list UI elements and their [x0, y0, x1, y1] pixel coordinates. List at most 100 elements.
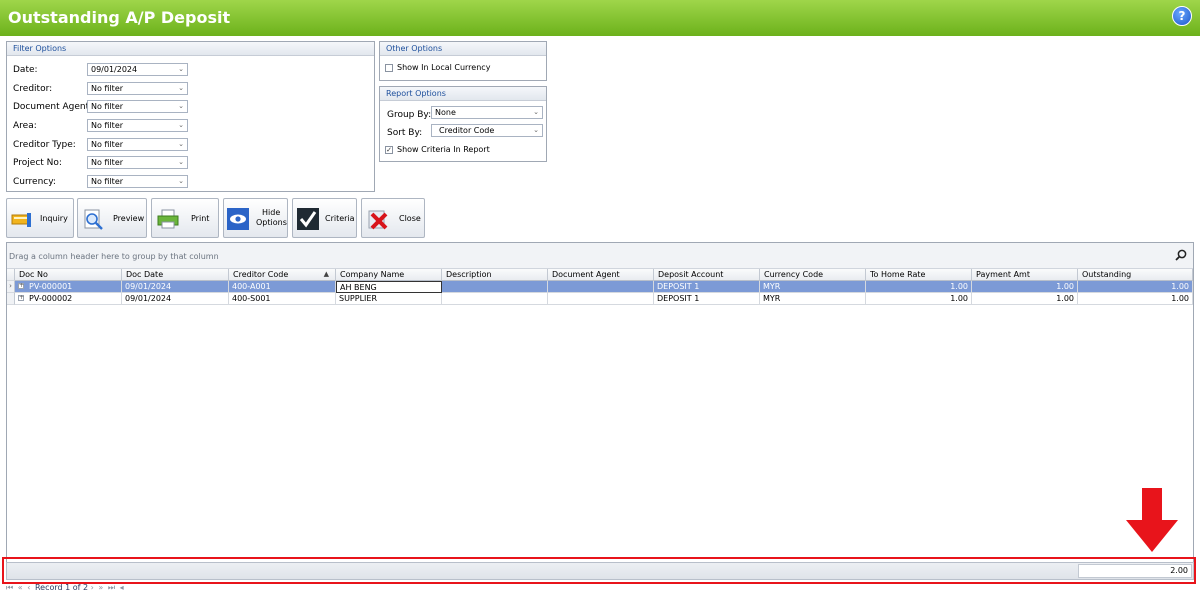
help-icon[interactable]: ?: [1172, 6, 1192, 26]
preview-button[interactable]: Preview: [77, 198, 147, 238]
show-criteria-checkbox[interactable]: ✓: [385, 146, 393, 154]
first-record-icon[interactable]: ⏮: [6, 583, 13, 592]
table-row-cell[interactable]: MYR: [760, 281, 866, 293]
table-row-cell[interactable]: 1.00: [1078, 281, 1193, 293]
project-no-label: Project No:: [13, 158, 62, 168]
filter-options-header: Filter Options: [7, 42, 374, 56]
hide-options-label-line2: Options: [256, 218, 287, 227]
criteria-label: Criteria: [325, 214, 355, 223]
table-row-cell[interactable]: DEPOSIT 1: [654, 293, 760, 305]
inquiry-button[interactable]: Inquiry: [6, 198, 74, 238]
creditor-label: Creditor:: [13, 84, 53, 94]
document-agent-filter[interactable]: No filter ⌄: [87, 100, 188, 113]
group-by-value: None: [435, 108, 456, 117]
table-row-cell[interactable]: + PV-000001: [15, 281, 122, 293]
table-row-cell[interactable]: SUPPLIER: [336, 293, 442, 305]
show-criteria-label: Show Criteria In Report: [397, 145, 490, 154]
sort-ascending-icon: ▲: [323, 270, 329, 278]
group-panel[interactable]: Drag a column header here to group by th…: [7, 243, 1193, 269]
hide-options-button[interactable]: Hide Options: [223, 198, 288, 238]
scroll-left-icon[interactable]: ◂: [120, 583, 124, 592]
col-header-payment-amt[interactable]: Payment Amt: [972, 269, 1078, 281]
table-row-cell[interactable]: 09/01/2024: [122, 281, 229, 293]
table-row-cell[interactable]: 1.00: [866, 281, 972, 293]
creditor-type-filter[interactable]: No filter ⌄: [87, 138, 188, 151]
chevron-down-icon: ⌄: [533, 126, 539, 134]
col-header-doc-no[interactable]: Doc No: [15, 269, 122, 281]
red-arrow-icon: [1126, 488, 1178, 552]
chevron-down-icon: ⌄: [178, 140, 184, 148]
highlight-box: [2, 557, 1196, 584]
doc-no-value: PV-000001: [29, 282, 73, 291]
expand-icon[interactable]: +: [18, 283, 24, 289]
chevron-down-icon: ⌄: [178, 177, 184, 185]
filter-row-creditor: Creditor: No filter ⌄: [7, 81, 374, 97]
prev-page-icon[interactable]: «: [18, 583, 23, 592]
next-page-icon[interactable]: »: [98, 583, 103, 592]
creditor-type-value: No filter: [91, 140, 124, 149]
creditor-code-header-label: Creditor Code: [233, 270, 289, 279]
col-header-doc-date[interactable]: Doc Date: [122, 269, 229, 281]
table-row-cell[interactable]: DEPOSIT 1: [654, 281, 760, 293]
table-row-cell[interactable]: MYR: [760, 293, 866, 305]
date-field[interactable]: 09/01/2024 ⌄: [87, 63, 188, 76]
prev-record-icon[interactable]: ‹: [27, 583, 30, 592]
project-no-filter[interactable]: No filter ⌄: [87, 156, 188, 169]
area-filter[interactable]: No filter ⌄: [87, 119, 188, 132]
col-header-to-home-rate[interactable]: To Home Rate: [866, 269, 972, 281]
preview-label: Preview: [113, 214, 145, 223]
close-label: Close: [399, 214, 421, 223]
filter-row-creditor-type: Creditor Type: No filter ⌄: [7, 137, 374, 153]
col-header-company-name[interactable]: Company Name: [336, 269, 442, 281]
table-row-cell[interactable]: 1.00: [972, 281, 1078, 293]
filter-row-date: Date: 09/01/2024 ⌄: [7, 62, 374, 78]
group-by-select[interactable]: None ⌄: [431, 106, 543, 119]
row-indicator[interactable]: ›: [7, 281, 15, 293]
col-header-document-agent[interactable]: Document Agent: [548, 269, 654, 281]
sort-by-value: Creditor Code: [439, 126, 495, 135]
col-header-creditor-code[interactable]: Creditor Code ▲: [229, 269, 336, 281]
table-row-cell[interactable]: [548, 281, 654, 293]
table-row-cell[interactable]: [442, 281, 548, 293]
next-record-icon[interactable]: ›: [91, 583, 94, 592]
table-row-cell[interactable]: + PV-000002: [15, 293, 122, 305]
col-header-description[interactable]: Description: [442, 269, 548, 281]
table-row-cell[interactable]: [442, 293, 548, 305]
table-row-cell[interactable]: 1.00: [1078, 293, 1193, 305]
record-count: Record 1 of 2: [34, 583, 89, 592]
header-indicator-cell: [7, 269, 15, 281]
eye-icon: [227, 208, 249, 230]
search-icon[interactable]: [1175, 249, 1187, 261]
expand-icon[interactable]: +: [18, 295, 24, 301]
sort-by-select[interactable]: Creditor Code ⌄: [431, 124, 543, 137]
currency-filter[interactable]: No filter ⌄: [87, 175, 188, 188]
table-row-cell[interactable]: 1.00: [866, 293, 972, 305]
criteria-button[interactable]: Criteria: [292, 198, 357, 238]
col-header-currency-code[interactable]: Currency Code: [760, 269, 866, 281]
document-agent-value: No filter: [91, 102, 124, 111]
other-options-header: Other Options: [380, 42, 546, 56]
table-row-cell[interactable]: 09/01/2024: [122, 293, 229, 305]
table-row-cell[interactable]: 400-S001: [229, 293, 336, 305]
row-indicator[interactable]: [7, 293, 15, 305]
show-local-currency-checkbox[interactable]: [385, 64, 393, 72]
document-agent-label: Document Agent:: [13, 102, 93, 112]
area-value: No filter: [91, 121, 124, 130]
print-button[interactable]: Print: [151, 198, 219, 238]
doc-no-value: PV-000002: [29, 294, 73, 303]
col-header-deposit-account[interactable]: Deposit Account: [654, 269, 760, 281]
table-row-cell[interactable]: 400-A001: [229, 281, 336, 293]
close-button[interactable]: Close: [361, 198, 425, 238]
table-row-cell[interactable]: AH BENG: [336, 281, 442, 293]
creditor-type-label: Creditor Type:: [13, 140, 76, 150]
last-record-icon[interactable]: ⏭: [108, 583, 115, 592]
col-header-outstanding[interactable]: Outstanding: [1078, 269, 1193, 281]
preview-icon: [84, 209, 103, 230]
area-label: Area:: [13, 121, 37, 131]
table-row-cell[interactable]: [548, 293, 654, 305]
deposit-grid[interactable]: Drag a column header here to group by th…: [6, 242, 1194, 580]
creditor-filter[interactable]: No filter ⌄: [87, 82, 188, 95]
record-navigator[interactable]: ⏮ « ‹ Record 1 of 2 › » ⏭ ◂: [6, 583, 126, 595]
table-row-cell[interactable]: 1.00: [972, 293, 1078, 305]
other-options-panel: Other Options Show In Local Currency: [379, 41, 547, 81]
